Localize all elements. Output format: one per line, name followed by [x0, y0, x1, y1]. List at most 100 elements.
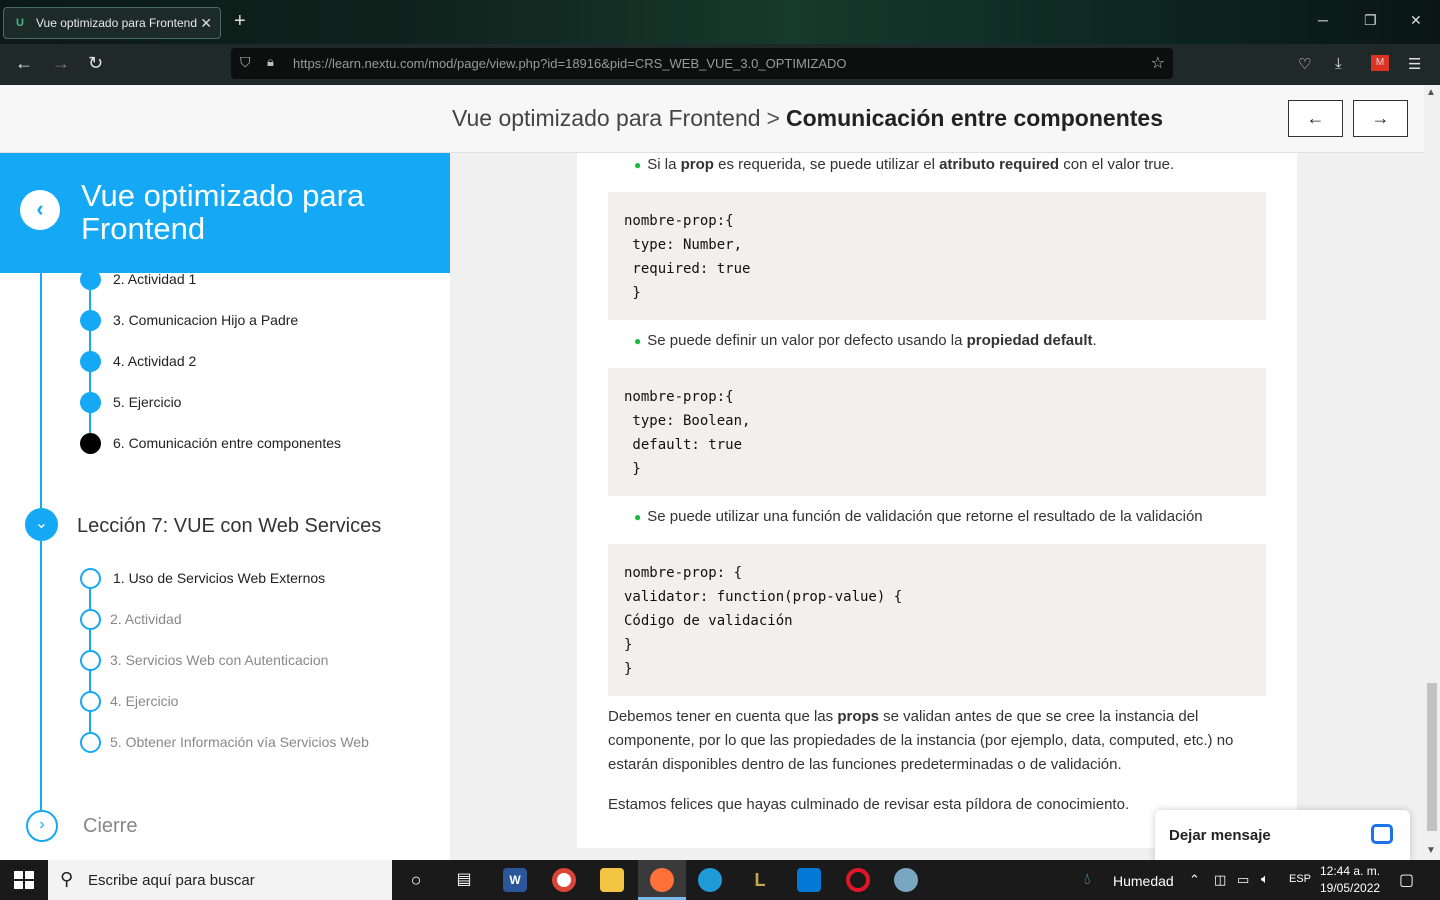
chevron-down-icon[interactable]: ⌄	[25, 508, 58, 541]
back-icon[interactable]: ←	[15, 53, 33, 74]
volume-icon[interactable]: 🔈︎	[1261, 871, 1269, 887]
close-window-icon[interactable]: ✕	[1410, 12, 1422, 29]
paint-icon[interactable]	[894, 868, 918, 892]
bullet-dot-icon: ●	[634, 158, 642, 172]
tab-title: Vue optimizado para Frontend	[36, 16, 197, 30]
cortana-icon[interactable]: ○	[404, 868, 428, 892]
extension-icon[interactable]: M	[1371, 55, 1389, 71]
notifications-icon[interactable]: ▢	[1399, 870, 1414, 890]
close-tab-icon[interactable]: ✕	[200, 15, 212, 32]
pending-dot-icon	[80, 567, 101, 589]
activity-item-current[interactable]: 6. Comunicación entre componentes	[80, 432, 341, 454]
pending-dot-icon	[80, 731, 101, 753]
taskbar-search[interactable]: ⚲ Escribe aquí para buscar	[48, 860, 392, 900]
breadcrumb-course[interactable]: Vue optimizado para Frontend	[452, 105, 761, 131]
code-block: nombre-prop: { validator: function(prop-…	[608, 544, 1266, 696]
page-scrollbar[interactable]: ▲ ▼	[1424, 85, 1440, 860]
forward-icon[interactable]: →	[52, 53, 70, 74]
activity-item[interactable]: 1. Uso de Servicios Web Externos	[80, 567, 325, 589]
pocket-icon[interactable]: ♡	[1298, 55, 1311, 73]
text: con el valor true.	[1059, 156, 1175, 173]
text: es requerida, se puede utilizar el	[713, 156, 940, 173]
language-indicator[interactable]: ESP	[1289, 873, 1311, 885]
cierre-section[interactable]: Cierre	[83, 815, 137, 838]
bullet-required: ● Si la prop es requerida, se puede utili…	[634, 156, 1174, 173]
meet-icon[interactable]: ◫	[1214, 872, 1226, 888]
next-page-button[interactable]: →	[1353, 100, 1408, 137]
activity-label: 6. Comunicación entre componentes	[113, 435, 342, 451]
prev-page-button[interactable]: ←	[1288, 100, 1343, 137]
bullet-dot-icon: ●	[634, 510, 642, 524]
windows-start-icon[interactable]	[14, 871, 34, 889]
activity-item[interactable]: 3. Comunicacion Hijo a Padre	[80, 309, 298, 331]
activity-item[interactable]: 4. Actividad 2	[80, 350, 196, 372]
minimize-icon[interactable]: ─	[1318, 12, 1328, 28]
word-icon[interactable]: W	[503, 868, 527, 892]
url-bar[interactable]: ⛉ 🔒︎ https://learn.nextu.com/mod/page/vi…	[231, 48, 1173, 79]
activity-label: 3. Comunicacion Hijo a Padre	[113, 312, 299, 328]
search-icon: ⚲	[60, 869, 74, 889]
code-block: nombre-prop:{ type: Boolean, default: tr…	[608, 368, 1266, 496]
download-icon[interactable]: ⤓	[1335, 55, 1342, 72]
browser-navbar: ← → ↻ ⛉ 🔒︎ https://learn.nextu.com/mod/p…	[0, 44, 1440, 85]
weather-label[interactable]: Humedad	[1113, 873, 1174, 889]
page-title: Comunicación entre componentes	[785, 105, 1163, 131]
code-block: nombre-prop:{ type: Number, required: tr…	[608, 192, 1266, 320]
browser-tabbar: U Vue optimizado para Frontend ✕ + ─ ❐ ✕	[0, 0, 1440, 44]
activity-item[interactable]: 5. Obtener Información vía Servicios Web	[80, 731, 369, 753]
clock-time: 12:44 a. m.	[1320, 864, 1381, 878]
breadcrumb: Vue optimizado para Frontend > Comunicació…	[452, 105, 1163, 132]
activity-item[interactable]: 2. Actividad	[80, 608, 182, 630]
course-title: Vue optimizado para Frontend	[81, 178, 365, 246]
clock[interactable]: 12:44 a. m. 19/05/2022	[1320, 863, 1380, 897]
restore-icon[interactable]: ❐	[1364, 12, 1377, 29]
network-icon[interactable]: ▭	[1237, 872, 1249, 888]
opera-icon[interactable]	[846, 868, 870, 892]
text: Se puede utilizar una función de validac…	[647, 508, 1203, 525]
firefox-icon[interactable]	[650, 868, 674, 892]
chat-widget[interactable]: Dejar mensaje	[1155, 810, 1410, 860]
edge-icon[interactable]	[698, 868, 722, 892]
url-text[interactable]: https://learn.nextu.com/mod/page/view.ph…	[293, 56, 847, 71]
lock-icon[interactable]: 🔒︎	[267, 54, 274, 70]
paragraph: Debemos tener en cuenta que las props se…	[608, 705, 1268, 777]
completed-dot-icon	[80, 391, 101, 413]
file-explorer-icon[interactable]	[600, 868, 624, 892]
chevron-left-icon[interactable]: ‹	[20, 190, 60, 230]
page-header: Vue optimizado para Frontend > Comunicació…	[0, 85, 1440, 153]
league-icon[interactable]: L	[748, 868, 772, 892]
clock-date: 19/05/2022	[1320, 881, 1381, 895]
chrome-icon[interactable]	[552, 868, 576, 892]
activity-item[interactable]: 4. Ejercicio	[80, 690, 178, 712]
activity-label: 5. Ejercicio	[113, 394, 182, 410]
text: .	[1092, 332, 1097, 349]
browser-tab[interactable]: U Vue optimizado para Frontend ✕	[3, 7, 221, 39]
task-view-icon[interactable]: ▤	[452, 868, 476, 892]
shield-icon[interactable]: ⛉	[240, 54, 251, 71]
pending-dot-icon	[80, 690, 101, 712]
activity-label: 2. Actividad	[110, 611, 182, 627]
activity-item[interactable]: 5. Ejercicio	[80, 391, 181, 413]
scroll-thumb[interactable]	[1427, 683, 1437, 831]
bullet-validator: ● Se puede utilizar una función de valida…	[634, 508, 1203, 525]
reload-icon[interactable]: ↻	[88, 53, 103, 74]
bookmark-star-icon[interactable]: ☆	[1151, 53, 1165, 73]
text-bold: props	[837, 708, 879, 725]
weather-drop-icon[interactable]: 💧︎	[1084, 871, 1090, 889]
scroll-down-icon[interactable]: ▼	[1426, 845, 1436, 856]
activity-label: 2. Actividad 1	[113, 271, 197, 287]
completed-dot-icon	[80, 350, 101, 372]
menu-icon[interactable]: ☰	[1408, 55, 1421, 73]
pending-dot-icon	[80, 608, 101, 630]
activity-label: 1. Uso de Servicios Web Externos	[113, 570, 326, 586]
lesson-title[interactable]: Lección 7: VUE con Web Services	[77, 515, 381, 538]
text: Si la	[647, 156, 681, 173]
new-tab-icon[interactable]: +	[234, 10, 246, 33]
current-dot-icon	[80, 432, 101, 454]
vscode-icon[interactable]	[797, 868, 821, 892]
tray-chevron-icon[interactable]: ⌃	[1189, 872, 1200, 888]
scroll-up-icon[interactable]: ▲	[1426, 87, 1436, 98]
activity-item[interactable]: 3. Servicios Web con Autenticacion	[80, 649, 328, 671]
chevron-right-icon[interactable]: ›	[26, 810, 58, 842]
course-sidebar: ‹ Vue optimizado para Frontend 2. Activi…	[0, 153, 450, 860]
